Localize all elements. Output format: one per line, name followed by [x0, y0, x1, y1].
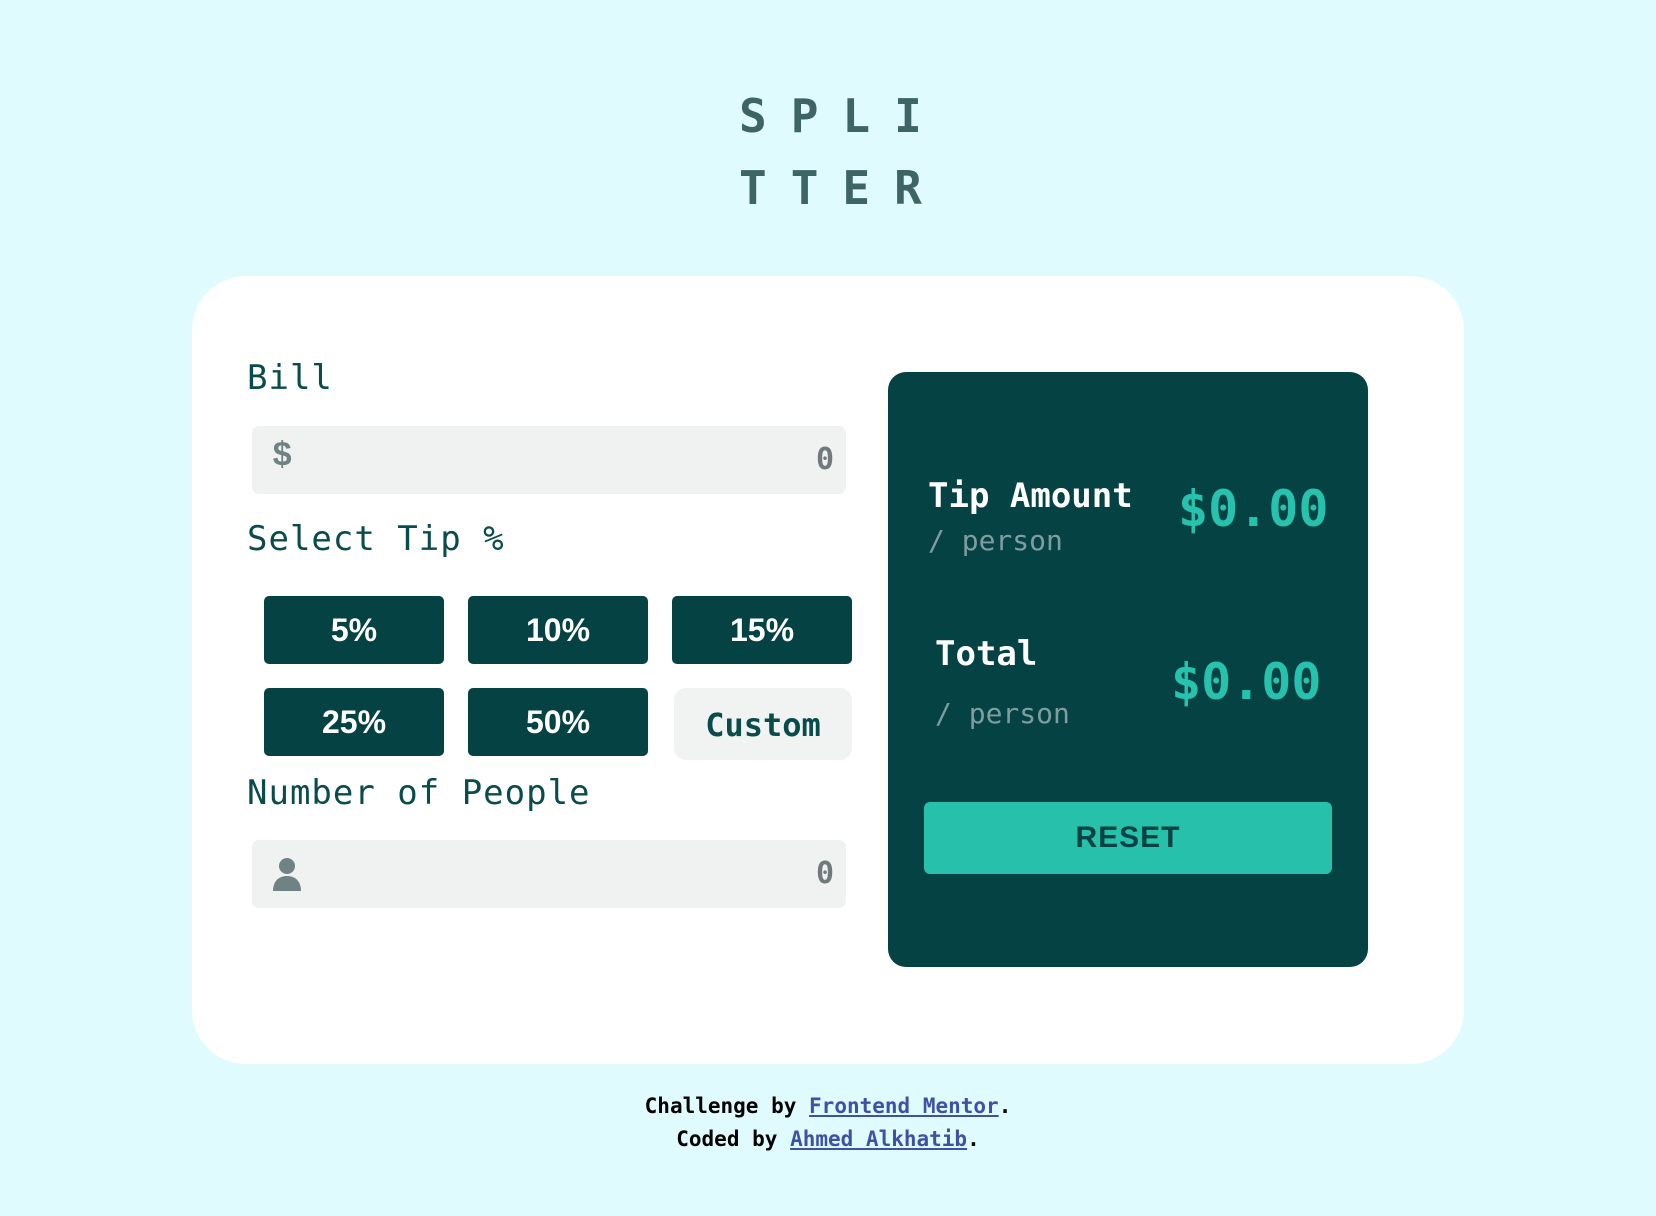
- people-input-value[interactable]: 0: [816, 856, 834, 891]
- reset-button[interactable]: RESET: [924, 802, 1332, 874]
- bill-input-value[interactable]: 0: [816, 442, 834, 477]
- dollar-icon: $: [272, 438, 293, 476]
- select-tip-label: Select Tip %: [247, 519, 505, 559]
- tip-10-button[interactable]: 10%: [468, 596, 648, 664]
- tip-amount-label: Tip Amount: [928, 476, 1133, 516]
- challenge-by-text: Challenge by: [644, 1094, 797, 1118]
- attribution-footer: Challenge by Frontend Mentor. Coded by A…: [0, 1090, 1656, 1156]
- author-link[interactable]: Ahmed Alkhatib: [790, 1127, 967, 1151]
- frontend-mentor-link[interactable]: Frontend Mentor: [809, 1094, 999, 1118]
- total-value: $0.00: [1171, 653, 1322, 711]
- period-2: .: [967, 1127, 980, 1151]
- tip-amount-per-person-label: / person: [928, 524, 1063, 557]
- period-1: .: [998, 1094, 1012, 1118]
- total-label: Total: [935, 634, 1038, 674]
- bill-input[interactable]: $ 0: [252, 426, 846, 494]
- logo-line-1: SPLI: [739, 89, 946, 143]
- tip-5-button[interactable]: 5%: [264, 596, 444, 664]
- attribution-line-1: Challenge by Frontend Mentor.: [0, 1090, 1656, 1123]
- bill-label: Bill: [247, 358, 333, 398]
- logo-line-2: TTER: [739, 161, 946, 215]
- calculator-card: Bill $ 0 Select Tip % 5% 10% 15% 25% 50%…: [192, 276, 1464, 1064]
- coded-by-text: Coded by: [676, 1127, 778, 1151]
- number-of-people-label: Number of People: [247, 773, 591, 813]
- custom-tip-input[interactable]: Custom: [674, 688, 852, 760]
- person-icon: [273, 858, 301, 891]
- tip-50-button[interactable]: 50%: [468, 688, 648, 756]
- tip-25-button[interactable]: 25%: [264, 688, 444, 756]
- total-per-person-label: / person: [935, 697, 1070, 730]
- people-input[interactable]: 0: [252, 840, 846, 908]
- tip-15-button[interactable]: 15%: [672, 596, 852, 664]
- tip-amount-value: $0.00: [1178, 480, 1329, 538]
- attribution-line-2: Coded by Ahmed Alkhatib.: [0, 1123, 1656, 1156]
- app-logo: SPLI TTER: [739, 80, 929, 224]
- results-panel: Tip Amount / person $0.00 Total / person…: [888, 372, 1368, 967]
